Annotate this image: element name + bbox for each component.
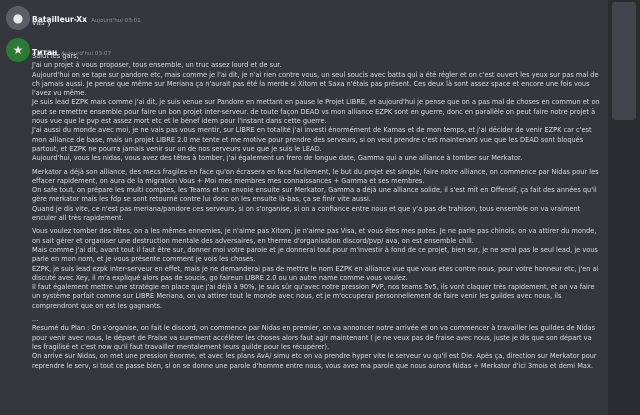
message-paragraph: Aujourd'hui, vous les nidas, vous avez d…	[32, 154, 523, 163]
message-paragraph: EZPK, je suis lead ezpk inter-serveur en…	[32, 264, 599, 282]
message-paragraph: Il faut également mettre une stratégie e…	[32, 283, 595, 310]
avatar[interactable]: ●	[6, 6, 30, 30]
message-paragraph: On safe tout, on prépare les multi compt…	[32, 186, 597, 204]
message-paragraph: J'ai un projet à vous proposer, tous ens…	[32, 61, 282, 70]
message-paragraph: Aujourd'hui on se tape sur pandore etc, …	[32, 70, 599, 98]
message-paragraph: ...	[32, 315, 39, 324]
message-paragraph: On arrive sur Nidas, on met une pression…	[32, 352, 597, 370]
message-content: Salut les gars, J'ai un projet à vous pr…	[32, 52, 600, 371]
message-paragraph: Quand je dis vite, ce n'est pas meriana/…	[32, 204, 581, 223]
avatar[interactable]: ★	[6, 38, 30, 62]
message-paragraph: Resumé du Plan : On s'organise, on fait …	[32, 324, 596, 351]
message-paragraph: Salut les gars,	[32, 52, 79, 60]
message-text: vas y	[32, 18, 52, 27]
chat-panel: ● Batailleur-Xx Aujourd'hui 03:01 vas y ★…	[0, 0, 600, 415]
timestamp: Aujourd'hui 03:01	[91, 18, 141, 24]
scrollbar[interactable]	[608, 0, 640, 415]
user-avatar-icon: ★	[12, 43, 24, 57]
scrollbar-thumb[interactable]	[612, 2, 636, 120]
user-avatar-icon: ●	[12, 11, 24, 25]
message-paragraph: Vous voulez tomber des têtes, on a les m…	[32, 227, 597, 245]
message-paragraph: Je suis lead EZPK mais comme j'ai dit, j…	[32, 98, 600, 126]
message-paragraph: Mais comme j'ai dit, avant tout il faut …	[32, 245, 598, 264]
message-paragraph: J'ai aussi du monde avec moi, je ne vais…	[32, 126, 592, 153]
message-paragraph: Merkator a déjà son alliance, des mecs f…	[32, 167, 599, 185]
